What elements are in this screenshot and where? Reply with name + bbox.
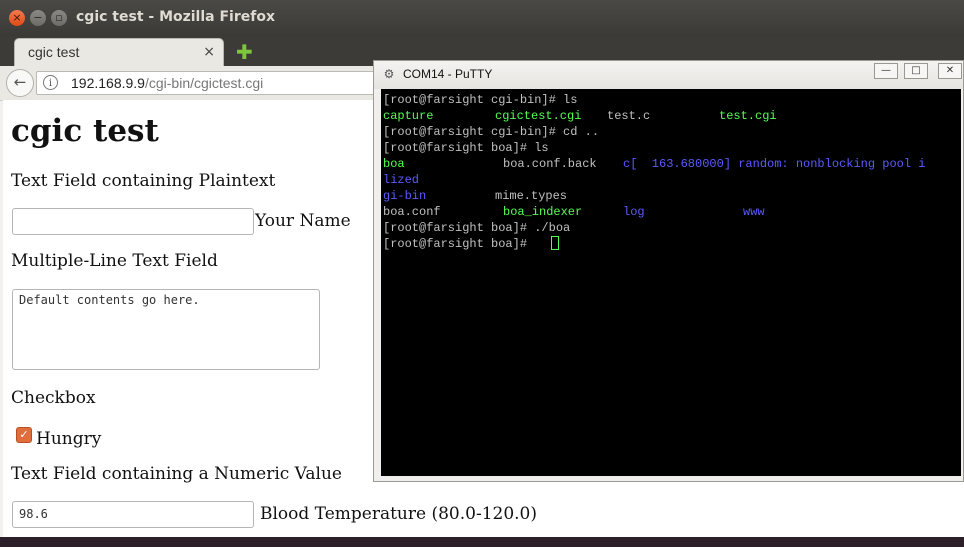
tab-label: cgic test (28, 44, 80, 60)
terminal-cursor (551, 236, 559, 250)
multiline-heading: Multiple-Line Text Field (11, 251, 218, 271)
name-input[interactable] (12, 208, 254, 235)
terminal-line: [root@farsight boa]# ls (383, 141, 549, 155)
putty-close-button[interactable]: ✕ (938, 63, 962, 79)
terminal-line: [root@farsight cgi-bin]# cd .. (383, 125, 600, 139)
putty-titlebar: ⚙ COM14 - PuTTY — □ ✕ (374, 61, 963, 89)
site-info-icon[interactable]: i (43, 75, 58, 90)
ls-entry: mime.types (495, 189, 568, 203)
back-arrow-icon[interactable]: ← (6, 69, 34, 97)
ls-entry: boa.conf.back (503, 157, 597, 171)
ls-entry: boa_indexer (503, 205, 583, 219)
hungry-label: Hungry (36, 429, 102, 449)
hungry-checkbox[interactable]: ✓ (16, 427, 32, 443)
window-title: cgic test - Mozilla Firefox (76, 9, 275, 25)
ls-entry: gi-bin (383, 189, 427, 203)
checkbox-heading: Checkbox (11, 388, 96, 408)
window-close-button[interactable]: × (9, 10, 25, 26)
temperature-input[interactable]: 98.6 (12, 501, 254, 528)
page-title: cgic test (11, 113, 159, 149)
url-host: 192.168.9.9 (71, 75, 145, 91)
url-bar[interactable]: i 192.168.9.9/cgi-bin/cgictest.cgi (36, 71, 376, 95)
terminal-line: [root@farsight cgi-bin]# ls (383, 93, 578, 107)
url-path: /cgi-bin/cgictest.cgi (144, 75, 264, 91)
desktop-background (0, 537, 964, 547)
putty-app-icon: ⚙ (383, 67, 395, 81)
temperature-label: Blood Temperature (80.0-120.0) (260, 504, 537, 524)
plaintext-heading: Text Field containing Plaintext (11, 171, 276, 191)
window-minimize-button[interactable]: − (30, 10, 46, 26)
kernel-message: c[ 163.680000] random: nonblocking pool … (623, 157, 926, 171)
ls-entry: cgictest.cgi (495, 109, 582, 123)
putty-title: COM14 - PuTTY (403, 67, 493, 81)
tab-cgic-test[interactable]: cgic test × (14, 38, 224, 66)
ls-entry: www (743, 205, 765, 219)
terminal-line: [root@farsight boa]# ./boa (383, 221, 571, 235)
new-tab-plus-icon[interactable]: ✚ (236, 40, 253, 64)
multiline-textarea[interactable]: Default contents go here. (12, 289, 320, 370)
terminal-screen[interactable]: [root@farsight cgi-bin]# ls capture cgict… (381, 89, 961, 476)
ls-entry: boa.conf (383, 205, 441, 219)
numeric-heading: Text Field containing a Numeric Value (11, 464, 342, 484)
ls-entry: capture (383, 109, 434, 123)
terminal-prompt: [root@farsight boa]# (383, 237, 535, 251)
ls-entry: test.c (607, 109, 651, 123)
putty-window: ⚙ COM14 - PuTTY — □ ✕ [root@farsight cgi… (373, 60, 964, 482)
firefox-titlebar: × − ▫ cgic test - Mozilla Firefox (0, 0, 964, 36)
ls-entry: log (623, 205, 645, 219)
name-label: Your Name (255, 211, 351, 231)
ls-entry: test.cgi (719, 109, 777, 123)
url-text[interactable]: 192.168.9.9/cgi-bin/cgictest.cgi (71, 75, 263, 91)
putty-maximize-button[interactable]: □ (904, 63, 928, 79)
window-maximize-button[interactable]: ▫ (51, 10, 67, 26)
putty-minimize-button[interactable]: — (874, 63, 898, 79)
terminal-line: lized (383, 173, 420, 187)
ls-entry: boa (383, 157, 405, 171)
tab-close-icon[interactable]: × (203, 44, 215, 60)
